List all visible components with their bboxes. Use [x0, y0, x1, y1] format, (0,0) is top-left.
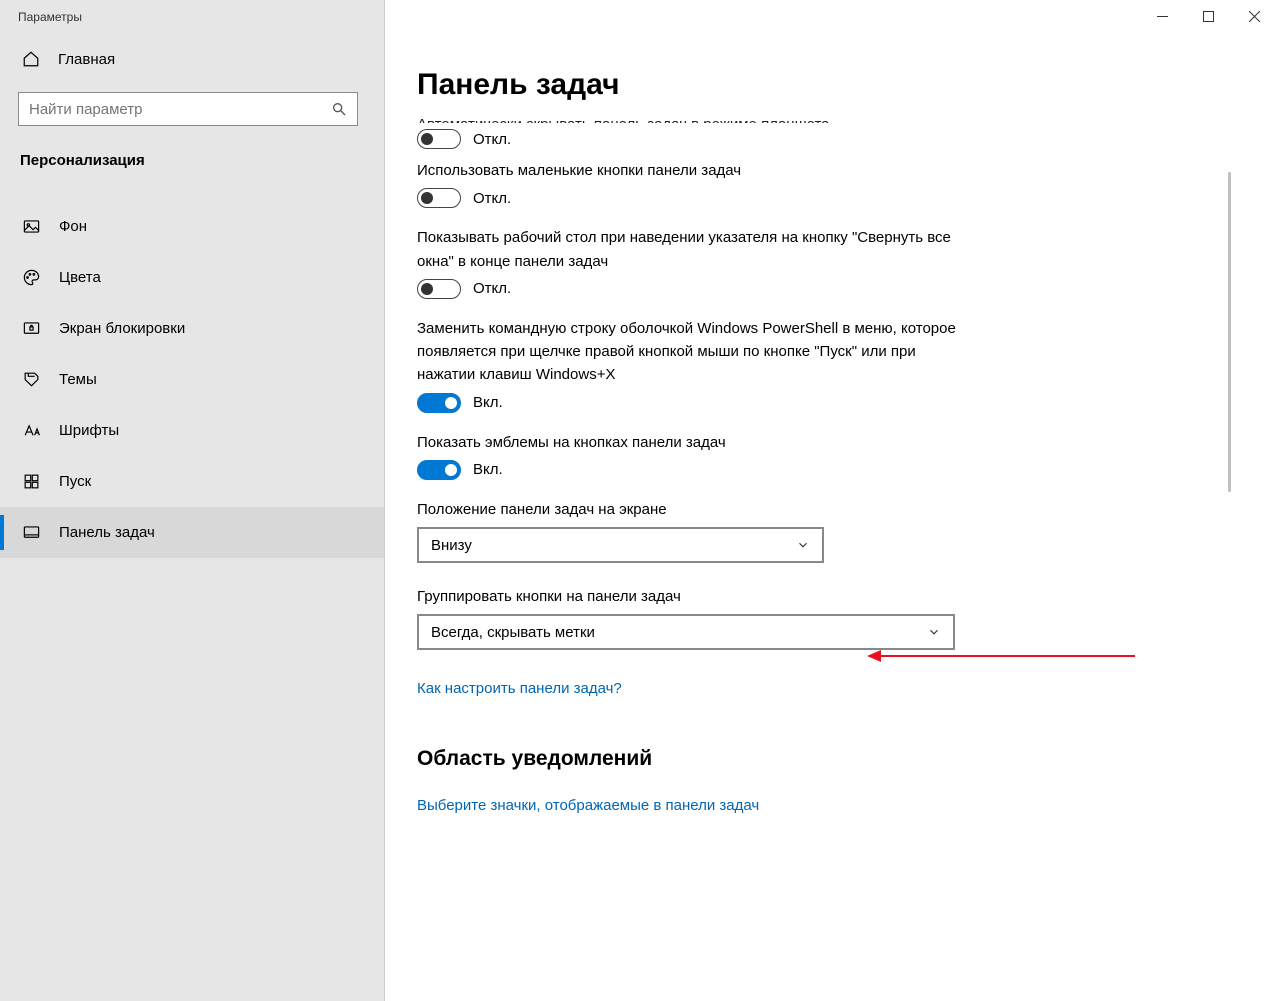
sidebar-item-label: Панель задач — [59, 524, 155, 541]
toggle-badges[interactable] — [417, 460, 461, 480]
dropdown-combine[interactable]: Всегда, скрывать метки — [417, 614, 955, 650]
sidebar-item-label: Пуск — [59, 473, 91, 490]
sidebar-item-label: Шрифты — [59, 422, 119, 439]
toggle-powershell[interactable] — [417, 393, 461, 413]
page-title: Панель задач — [417, 68, 1237, 102]
image-icon — [22, 217, 41, 236]
window-title: Параметры — [0, 0, 384, 42]
sidebar-item-themes[interactable]: Темы — [0, 354, 384, 405]
nav-home-label: Главная — [58, 51, 115, 68]
toggle-peek-desktop[interactable] — [417, 279, 461, 299]
sidebar-item-colors[interactable]: Цвета — [0, 252, 384, 303]
themes-icon — [22, 370, 41, 389]
toggle-state-label: Вкл. — [473, 394, 503, 411]
close-button[interactable] — [1231, 0, 1277, 32]
truncated-setting-label: Автоматически скрывать панель задач в ре… — [417, 116, 1237, 123]
start-icon — [22, 472, 41, 491]
toggle-small-buttons[interactable] — [417, 188, 461, 208]
chevron-down-icon — [927, 625, 941, 639]
dropdown-value: Всегда, скрывать метки — [431, 624, 595, 641]
chevron-down-icon — [796, 538, 810, 552]
settings-scroll[interactable]: Автоматически скрывать панель задач в ре… — [417, 116, 1237, 1001]
search-field[interactable] — [29, 101, 331, 118]
sidebar-item-label: Фон — [59, 218, 87, 235]
link-select-icons[interactable]: Выберите значки, отображаемые в панели з… — [417, 797, 759, 814]
nav-home[interactable]: Главная — [0, 42, 384, 78]
sidebar-item-label: Темы — [59, 371, 97, 388]
sidebar-item-background[interactable]: Фон — [0, 201, 384, 252]
taskbar-icon — [22, 523, 41, 542]
maximize-button[interactable] — [1185, 0, 1231, 32]
sidebar-item-taskbar[interactable]: Панель задач — [0, 507, 384, 558]
palette-icon — [22, 268, 41, 287]
dropdown-value: Внизу — [431, 537, 472, 554]
scrollbar[interactable] — [1228, 172, 1231, 492]
lockscreen-icon — [22, 319, 41, 338]
window-controls — [1139, 0, 1277, 32]
section-notification-area: Область уведомлений — [417, 747, 1237, 771]
sidebar-item-lockscreen[interactable]: Экран блокировки — [0, 303, 384, 354]
toggle-state-label: Откл. — [473, 190, 511, 207]
home-icon — [22, 50, 40, 68]
sidebar-item-start[interactable]: Пуск — [0, 456, 384, 507]
sidebar-nav: Фон Цвета Экран блокировки Темы Шрифты П… — [0, 201, 384, 558]
sidebar-section-title: Персонализация — [0, 144, 384, 185]
help-link-taskbar[interactable]: Как настроить панели задач? — [417, 680, 622, 697]
toggle-state-label: Вкл. — [473, 461, 503, 478]
toggle-state-label: Откл. — [473, 131, 511, 148]
sidebar-item-fonts[interactable]: Шрифты — [0, 405, 384, 456]
dropdown-position[interactable]: Внизу — [417, 527, 824, 563]
setting-label-powershell: Заменить командную строку оболочкой Wind… — [417, 317, 957, 387]
dropdown-label-combine: Группировать кнопки на панели задач — [417, 585, 957, 608]
sidebar: Параметры Главная Персонализация Фон — [0, 0, 385, 1001]
dropdown-label-position: Положение панели задач на экране — [417, 498, 957, 521]
search-input[interactable] — [18, 92, 358, 126]
search-icon — [331, 101, 347, 117]
sidebar-item-label: Экран блокировки — [59, 320, 185, 337]
setting-label-peek-desktop: Показывать рабочий стол при наведении ук… — [417, 226, 957, 273]
setting-label-small-buttons: Использовать маленькие кнопки панели зад… — [417, 159, 957, 182]
content-area: Панель задач Автоматически скрывать пане… — [385, 0, 1277, 1001]
toggle-tablet-hide[interactable] — [417, 129, 461, 149]
fonts-icon — [22, 421, 41, 440]
setting-label-badges: Показать эмблемы на кнопках панели задач — [417, 431, 957, 454]
toggle-state-label: Откл. — [473, 280, 511, 297]
sidebar-item-label: Цвета — [59, 269, 101, 286]
minimize-button[interactable] — [1139, 0, 1185, 32]
